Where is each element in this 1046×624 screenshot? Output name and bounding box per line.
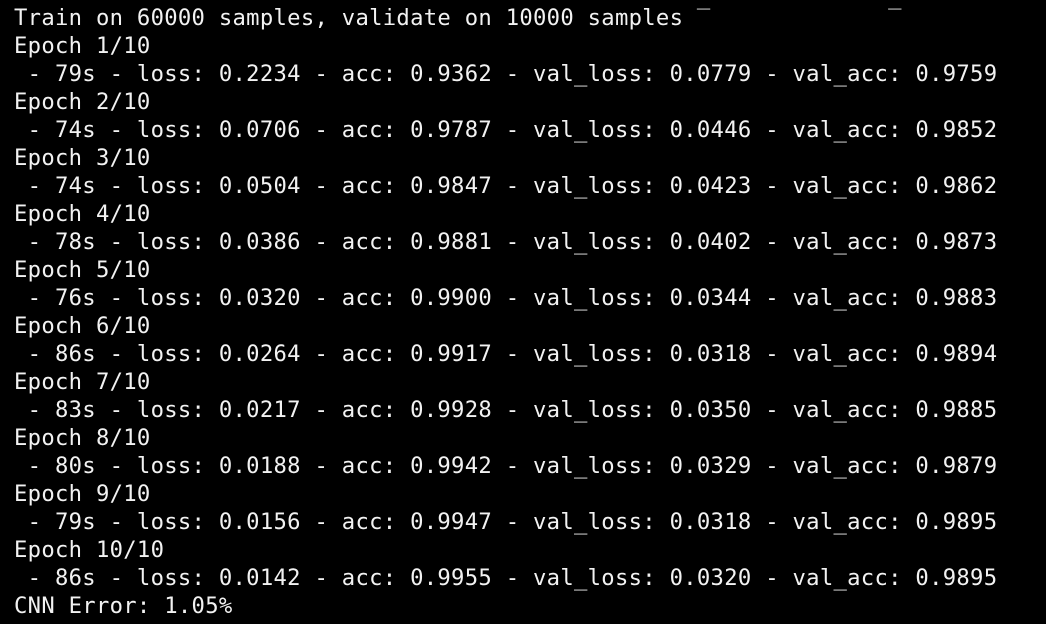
epoch-label: Epoch 3/10 bbox=[14, 145, 151, 171]
epoch-stats: - 86s - loss: 0.0142 - acc: 0.9955 - val… bbox=[14, 565, 998, 591]
training-header: Train on 60000 samples, validate on 1000… bbox=[14, 5, 684, 31]
epoch-label: Epoch 10/10 bbox=[14, 537, 165, 563]
terminal-window[interactable]: _ _ Train on 60000 samples, validate on … bbox=[0, 0, 1046, 624]
epoch-stats: - 79s - loss: 0.2234 - acc: 0.9362 - val… bbox=[14, 61, 998, 87]
epoch-label: Epoch 7/10 bbox=[14, 369, 151, 395]
epoch-label: Epoch 5/10 bbox=[14, 257, 151, 283]
epoch-label: Epoch 4/10 bbox=[14, 201, 151, 227]
epoch-label: Epoch 9/10 bbox=[14, 481, 151, 507]
epoch-label: Epoch 6/10 bbox=[14, 313, 151, 339]
epoch-stats: - 86s - loss: 0.0264 - acc: 0.9917 - val… bbox=[14, 341, 998, 367]
epoch-stats: - 79s - loss: 0.0156 - acc: 0.9947 - val… bbox=[14, 509, 998, 535]
epoch-label: Epoch 8/10 bbox=[14, 425, 151, 451]
epoch-stats: - 74s - loss: 0.0706 - acc: 0.9787 - val… bbox=[14, 117, 998, 143]
epoch-stats: - 74s - loss: 0.0504 - acc: 0.9847 - val… bbox=[14, 173, 998, 199]
epoch-label: Epoch 1/10 bbox=[14, 33, 151, 59]
epoch-label: Epoch 2/10 bbox=[14, 89, 151, 115]
epoch-stats: - 78s - loss: 0.0386 - acc: 0.9881 - val… bbox=[14, 229, 998, 255]
epoch-stats: - 80s - loss: 0.0188 - acc: 0.9942 - val… bbox=[14, 453, 998, 479]
epoch-stats: - 83s - loss: 0.0217 - acc: 0.9928 - val… bbox=[14, 397, 998, 423]
cnn-error-result: CNN Error: 1.05% bbox=[14, 593, 233, 619]
epoch-stats: - 76s - loss: 0.0320 - acc: 0.9900 - val… bbox=[14, 285, 998, 311]
